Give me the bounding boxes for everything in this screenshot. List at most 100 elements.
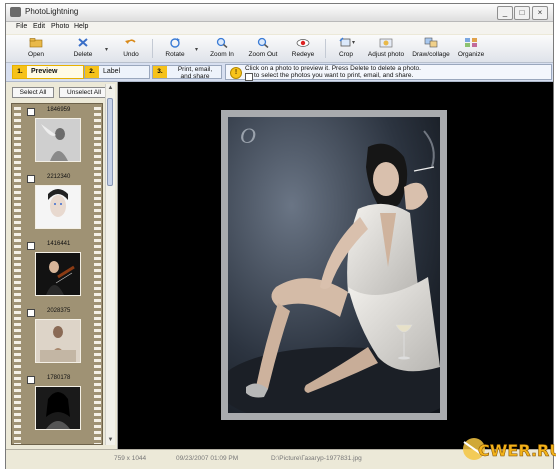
step-preview[interactable]: 1. Preview <box>12 65 84 79</box>
thumbnail-number: 2028375 <box>47 308 71 314</box>
status-file-path: D:\Picture\Газагур-1977831.jpg <box>271 455 362 462</box>
rotate-button[interactable]: Rotate <box>160 37 190 60</box>
thumbnail-scrollbar[interactable]: ▲ ▼ <box>105 84 115 445</box>
preview-panel: O <box>118 82 553 449</box>
thumbnail-frame[interactable]: 1780178 <box>25 374 91 437</box>
step-label: Print, email, and share <box>177 66 213 80</box>
thumbnail-number: 2212340 <box>47 174 71 180</box>
status-date: 09/23/2007 01:09 PM <box>176 455 239 462</box>
thumbnail-image[interactable] <box>35 252 81 296</box>
step-number: 3. <box>153 66 167 78</box>
scroll-up-icon[interactable]: ▲ <box>107 84 114 93</box>
status-dimensions: 759 x 1044 <box>114 455 147 462</box>
crop-button[interactable]: Crop <box>333 37 359 60</box>
adjust-photo-label: Adjust photo <box>367 51 405 58</box>
thumbnail-frame[interactable]: 1416441 <box>25 240 91 303</box>
undo-icon <box>124 37 138 48</box>
thumbnail-number: 1846959 <box>47 107 71 113</box>
thumbnail-checkbox[interactable] <box>27 309 35 317</box>
crop-label: Crop <box>338 51 354 58</box>
rotate-dropdown-icon[interactable]: ▾ <box>195 46 198 53</box>
unselect-all-button[interactable]: Unselect All <box>59 87 109 98</box>
preview-photo[interactable]: O <box>228 117 440 413</box>
delete-button[interactable]: Delete <box>68 37 98 60</box>
step-label: Label <box>103 68 121 75</box>
zoom-in-label: Zoom In <box>210 51 234 58</box>
redeye-label: Redeye <box>291 51 315 58</box>
filmstrip: 1846959 2212340 1416441 2028375 1780178 <box>11 103 103 445</box>
thumbnail-image[interactable] <box>35 319 81 363</box>
rotate-icon <box>168 37 182 48</box>
thumbnail-image[interactable] <box>35 185 81 229</box>
zoom-in-icon <box>215 37 229 49</box>
delete-label: Delete <box>73 51 93 58</box>
adjust-photo-icon <box>379 37 393 48</box>
menu-help[interactable]: Help <box>74 23 88 30</box>
zoom-out-button[interactable]: Zoom Out <box>246 37 280 60</box>
thumbnail-frame[interactable]: 2212340 <box>25 173 91 236</box>
workflow-steps: 1. Preview 2. Label 3. Print, email, and… <box>6 63 553 82</box>
zoom-out-icon <box>256 37 270 49</box>
delete-dropdown-icon[interactable]: ▾ <box>105 46 108 53</box>
toolbar: Open Delete ▾ Undo Rotate ▾ Zoom In Zoom… <box>6 35 553 63</box>
select-all-button[interactable]: Select All <box>12 87 54 98</box>
thumbnail-number: 1780178 <box>47 375 71 381</box>
thumbnail-checkbox[interactable] <box>27 376 35 384</box>
thumbnail-number: 1416441 <box>47 241 71 247</box>
organize-label: Organize <box>457 51 485 58</box>
thumbnail-checkbox[interactable] <box>27 108 35 116</box>
toolbar-separator <box>325 39 326 58</box>
info-icon: ! <box>230 67 242 79</box>
minimize-button[interactable]: _ <box>497 6 513 20</box>
redeye-icon <box>296 37 310 48</box>
undo-button[interactable]: Undo <box>118 37 144 60</box>
open-icon <box>29 37 43 48</box>
draw-collage-icon <box>424 37 438 48</box>
hint-checkbox-icon <box>245 73 253 81</box>
rotate-label: Rotate <box>165 51 185 58</box>
photo-frame: O <box>221 110 447 420</box>
open-button[interactable]: Open <box>22 37 50 60</box>
step-label: Preview <box>31 68 58 75</box>
organize-icon <box>464 37 478 48</box>
menu-file[interactable]: File <box>16 23 27 30</box>
adjust-photo-button[interactable]: Adjust photo <box>364 37 408 60</box>
delete-icon <box>76 37 90 48</box>
app-window: PhotoLightning _ □ × File Edit Photo Hel… <box>5 3 554 469</box>
menu-photo[interactable]: Photo <box>51 23 69 30</box>
scroll-down-icon[interactable]: ▼ <box>107 436 114 445</box>
app-icon <box>10 7 21 17</box>
zoom-out-label: Zoom Out <box>248 51 278 58</box>
menu-edit[interactable]: Edit <box>33 23 45 30</box>
draw-collage-button[interactable]: Draw/collage <box>410 37 452 60</box>
scrollbar-thumb[interactable] <box>107 98 113 186</box>
watermark-logo: CWER.RU <box>456 432 560 466</box>
hint-text-line1: Click on a photo to preview it. Press De… <box>245 65 421 72</box>
organize-button[interactable]: Organize <box>456 37 486 60</box>
toolbar-separator <box>152 39 153 58</box>
thumbnail-image[interactable] <box>35 118 81 162</box>
crop-dropdown-icon[interactable]: ▾ <box>352 39 355 46</box>
thumbnail-checkbox[interactable] <box>27 175 35 183</box>
thumbnail-sidebar: Select All Unselect All 1846959 2212340 <box>6 82 118 449</box>
step-label-tab[interactable]: 2. Label <box>84 65 150 79</box>
close-button[interactable]: × <box>532 6 548 20</box>
window-title: PhotoLightning <box>25 7 79 16</box>
thumbnail-checkbox[interactable] <box>27 242 35 250</box>
zoom-in-button[interactable]: Zoom In <box>207 37 237 60</box>
step-print-email-share[interactable]: 3. Print, email, and share <box>152 65 222 80</box>
menu-bar: File Edit Photo Help <box>6 22 553 34</box>
redeye-button[interactable]: Redeye <box>289 37 317 60</box>
thumbnail-frame[interactable]: 2028375 <box>25 307 91 370</box>
hint-panel: ! Click on a photo to preview it. Press … <box>225 64 552 81</box>
title-bar: PhotoLightning _ □ × <box>6 4 553 22</box>
open-label: Open <box>28 51 44 58</box>
thumbnail-frame[interactable]: 1846959 <box>25 106 91 169</box>
maximize-button[interactable]: □ <box>514 6 530 20</box>
thumbnail-image[interactable] <box>35 386 81 430</box>
draw-collage-label: Draw/collage <box>412 51 450 58</box>
step-number: 2. <box>85 66 99 78</box>
step-number: 1. <box>13 66 27 78</box>
hint-text-line2: to select the photos you want to print, … <box>254 72 414 79</box>
undo-label: Undo <box>123 51 139 58</box>
